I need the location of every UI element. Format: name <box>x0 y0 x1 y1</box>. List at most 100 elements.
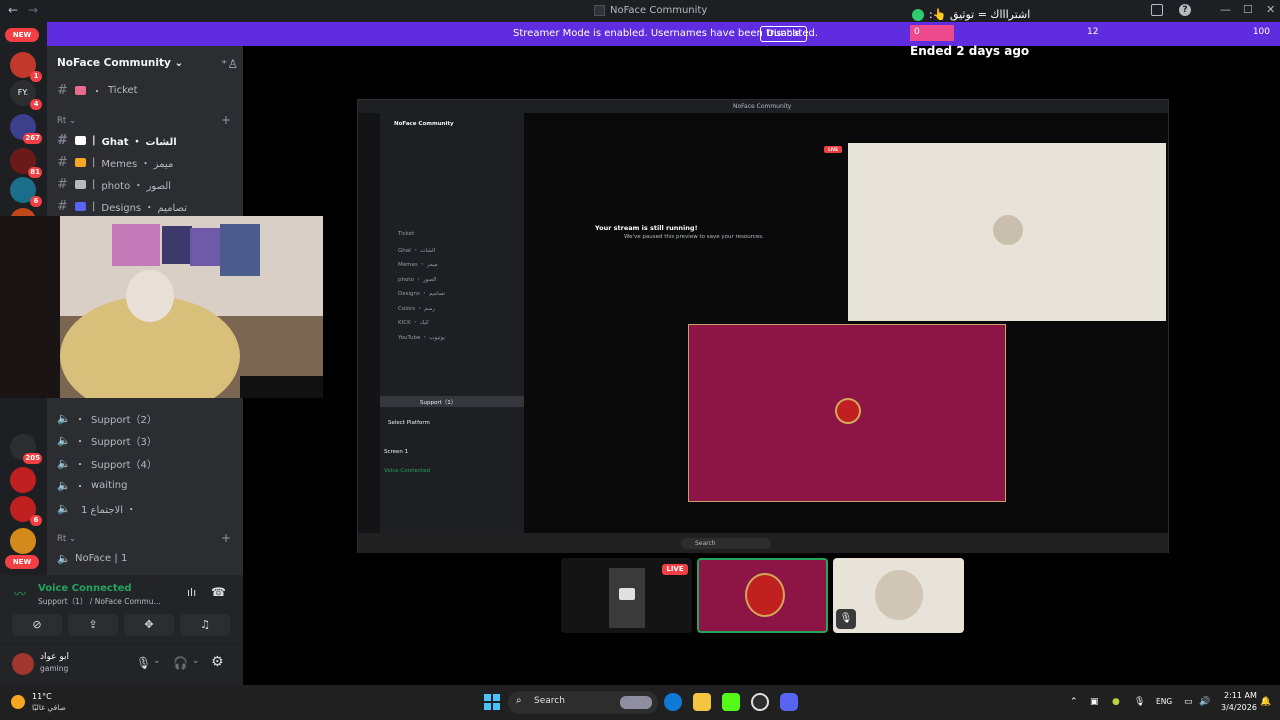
maximize-button[interactable]: ☐ <box>1243 3 1253 16</box>
mic-chevron-down-icon[interactable]: ⌄ <box>153 656 161 666</box>
speaker-icon: 🔈 <box>57 479 71 493</box>
inbox-icon[interactable] <box>1151 4 1163 16</box>
headphones-icon[interactable]: 🎧 <box>173 656 188 670</box>
back-arrow-icon[interactable]: ← <box>8 3 18 17</box>
edge-icon[interactable] <box>664 693 682 711</box>
obs-icon[interactable] <box>751 693 769 711</box>
avatar[interactable] <box>12 653 34 675</box>
discord-icon[interactable] <box>780 693 798 711</box>
start-pane-3 <box>484 703 491 710</box>
activities-button[interactable]: ✥ <box>124 614 174 636</box>
mention-badge: 81 <box>28 167 42 178</box>
webcam-overlay <box>0 216 323 398</box>
webcam-poster-1 <box>112 224 160 266</box>
voice-channel-name: waiting <box>91 480 128 492</box>
search-highlight-icon <box>620 696 652 709</box>
server-icon[interactable]: 205 <box>10 434 42 464</box>
kick-icon[interactable] <box>722 693 740 711</box>
preview-channel-item: Designs ・ تصاميم <box>398 291 446 297</box>
add-member-icon[interactable]: ⁺♙ <box>221 57 238 71</box>
headphones-chevron-down-icon[interactable]: ⌄ <box>192 656 200 666</box>
category-rt-2[interactable]: Rt ⌄ <box>57 534 76 544</box>
noise-suppression-icon[interactable]: ılı <box>187 586 196 599</box>
disable-button[interactable]: Disable <box>760 26 808 42</box>
microphone-icon[interactable]: 🎙 <box>136 656 151 670</box>
channel-item[interactable]: # | Ghat ・ الشات <box>57 130 177 150</box>
preview-server-name: NoFace Community <box>394 121 454 127</box>
camera-off-button[interactable]: ⊘ <box>12 614 62 636</box>
channel-item[interactable]: # | Designs ・ تصاميم <box>57 196 187 216</box>
voice-channel-item[interactable]: 🔈 ・ Support（2） <box>57 408 157 428</box>
server-icon[interactable]: 6 <box>10 177 42 207</box>
file-explorer-icon[interactable] <box>693 693 711 711</box>
server-name[interactable]: NoFace Community ⌄ <box>57 57 183 69</box>
clock-time[interactable]: 2:11 AM <box>1224 691 1257 700</box>
notification-bell-icon[interactable]: 🔔 <box>1260 697 1271 707</box>
channel-name: photo ・ الصور <box>101 180 172 192</box>
clock-date[interactable]: 3/4/2026 <box>1221 703 1257 712</box>
soundboard-button[interactable]: ♫ <box>180 614 230 636</box>
stream-preview[interactable]: NoFace Community NoFace Community Ticket… <box>357 99 1169 553</box>
start-pane-4 <box>493 703 500 710</box>
call-thumbnail-abu-awad[interactable] <box>697 558 828 633</box>
server-icon[interactable] <box>10 467 36 493</box>
disconnect-icon[interactable]: ☎ <box>211 585 226 599</box>
new-servers-pill[interactable]: NEW <box>5 28 39 42</box>
tray-app-icon-2[interactable]: ● <box>1112 697 1120 707</box>
voice-channel-name: NoFace | 1 <box>75 552 128 564</box>
window-title-text: NoFace Community <box>610 5 708 16</box>
hash-icon: # <box>57 154 68 170</box>
screen-share-button[interactable]: ⇪ <box>68 614 118 636</box>
server-icon[interactable]: 1 <box>10 52 42 82</box>
new-servers-pill[interactable]: NEW <box>5 555 39 569</box>
channel-item[interactable]: # | photo ・ الصور <box>57 174 171 194</box>
create-channel-plus-icon[interactable]: + <box>221 113 231 127</box>
server-icon[interactable]: 267 <box>10 114 42 144</box>
voice-connected-panel: 〰 Voice Connected Support（1） / NoFace Co… <box>0 575 243 643</box>
weather-temperature[interactable]: 11°C <box>32 692 52 701</box>
category-rt[interactable]: Rt ⌄ <box>57 116 76 126</box>
tray-app-icon-1[interactable]: ▣ <box>1090 697 1099 707</box>
channel-prefix: | <box>92 200 96 212</box>
start-pane-1 <box>484 694 491 701</box>
server-icon[interactable] <box>10 528 36 554</box>
voice-channel-item[interactable]: 🔈 ・ Support（3） <box>57 431 157 451</box>
taskbar-search[interactable]: ⌕ Search <box>508 691 658 714</box>
settings-gear-icon[interactable]: ⚙ <box>211 654 224 670</box>
voice-channel-item[interactable]: 🔈 1 الاجتماع ・ <box>57 498 136 518</box>
minimize-button[interactable]: — <box>1220 3 1231 16</box>
voice-channel-item[interactable]: 🔈 ・ waiting <box>57 476 127 496</box>
start-pane-2 <box>493 694 500 701</box>
channel-name: Ticket <box>108 84 138 96</box>
channel-ticket[interactable]: # ・ Ticket <box>57 80 138 100</box>
server-icon[interactable]: 6 <box>10 496 42 526</box>
voice-channel-link[interactable]: Support（1） / NoFace Commu... <box>38 596 161 607</box>
language-indicator[interactable]: ENG <box>1156 697 1172 706</box>
start-button[interactable] <box>484 694 500 710</box>
network-icon[interactable]: ▭ <box>1184 697 1193 707</box>
window-titlebar: ← → NoFace Community ? — ☐ ✕ <box>0 0 1280 22</box>
windows-taskbar: 11°C صافي غالبًا ⌕ Search ⌃ ▣ ● 🎙 ENG ▭ … <box>0 685 1280 720</box>
server-icon[interactable]: FY. 4 <box>10 80 42 110</box>
channel-item[interactable]: # | Memes ・ ميمز <box>57 152 173 172</box>
volume-icon[interactable]: 🔊 <box>1199 697 1210 707</box>
mention-badge: 1 <box>30 71 42 82</box>
call-thumbnail-avatar[interactable]: 🎙 <box>833 558 964 633</box>
server-icon[interactable]: 81 <box>10 148 42 178</box>
weather-sun-icon[interactable] <box>11 695 25 709</box>
channel-emoji-icon <box>75 157 86 167</box>
tray-chevron-up-icon[interactable]: ⌃ <box>1070 697 1078 707</box>
preview-sidebar: NoFace Community Ticket Ghat ・ الشات Memes… <box>358 113 524 533</box>
help-icon[interactable]: ? <box>1179 4 1191 16</box>
tray-mic-icon[interactable]: 🎙 <box>1134 697 1145 707</box>
forward-arrow-icon[interactable]: → <box>28 3 38 17</box>
preview-server-rail <box>358 113 380 533</box>
close-button[interactable]: ✕ <box>1266 3 1275 16</box>
preview-live-badge: LIVE <box>824 146 842 153</box>
voice-channel-noface[interactable]: 🔈 NoFace | 1 <box>57 548 127 568</box>
create-channel-plus-icon[interactable]: + <box>221 531 231 545</box>
weather-description[interactable]: صافي غالبًا <box>32 703 66 712</box>
app-icon <box>594 5 605 16</box>
voice-channel-item[interactable]: 🔈 ・ Support（4） <box>57 453 157 473</box>
voice-status[interactable]: Voice Connected <box>38 583 132 594</box>
